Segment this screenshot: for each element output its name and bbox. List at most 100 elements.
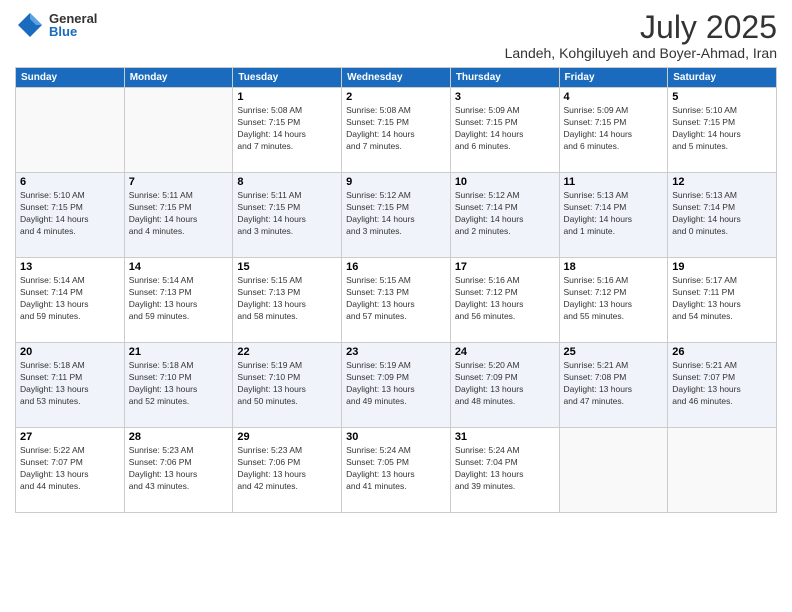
day-info: Sunrise: 5:16 AM Sunset: 7:12 PM Dayligh… (564, 275, 664, 323)
day-number: 27 (20, 431, 120, 443)
col-wednesday: Wednesday (342, 68, 451, 88)
day-number: 25 (564, 346, 664, 358)
calendar-cell: 1 Sunrise: 5:08 AM Sunset: 7:15 PM Daylig… (233, 88, 342, 173)
day-number: 22 (237, 346, 337, 358)
day-info: Sunrise: 5:24 AM Sunset: 7:05 PM Dayligh… (346, 445, 446, 493)
day-info: Sunrise: 5:10 AM Sunset: 7:15 PM Dayligh… (672, 105, 772, 153)
calendar-cell: 6 Sunrise: 5:10 AM Sunset: 7:15 PM Daylig… (16, 173, 125, 258)
day-info: Sunrise: 5:18 AM Sunset: 7:11 PM Dayligh… (20, 360, 120, 408)
logo-text: General Blue (49, 12, 97, 38)
calendar-row-0: 1 Sunrise: 5:08 AM Sunset: 7:15 PM Daylig… (16, 88, 777, 173)
calendar-cell: 9Sunrise: 5:12 AM Sunset: 7:15 PM Daylig… (342, 173, 451, 258)
calendar-cell: 13 Sunrise: 5:14 AM Sunset: 7:14 PM Dayli… (16, 258, 125, 343)
day-number: 30 (346, 431, 446, 443)
day-number: 23 (346, 346, 446, 358)
calendar-cell: 27 Sunrise: 5:22 AM Sunset: 7:07 PM Dayli… (16, 428, 125, 513)
calendar-cell: 31 Sunrise: 5:24 AM Sunset: 7:04 PM Dayli… (450, 428, 559, 513)
day-number: 11 (564, 176, 664, 188)
day-number: 29 (237, 431, 337, 443)
day-number: 6 (20, 176, 120, 188)
calendar-cell: 28Sunrise: 5:23 AM Sunset: 7:06 PM Dayli… (124, 428, 233, 513)
day-info: Sunrise: 5:11 AM Sunset: 7:15 PM Dayligh… (129, 190, 229, 238)
calendar-row-1: 6 Sunrise: 5:10 AM Sunset: 7:15 PM Daylig… (16, 173, 777, 258)
calendar-cell: 18 Sunrise: 5:16 AM Sunset: 7:12 PM Dayli… (559, 258, 668, 343)
day-info: Sunrise: 5:11 AM Sunset: 7:15 PM Dayligh… (237, 190, 337, 238)
day-number: 18 (564, 261, 664, 273)
calendar-cell: 12 Sunrise: 5:13 AM Sunset: 7:14 PM Dayli… (668, 173, 777, 258)
calendar-cell: 20 Sunrise: 5:18 AM Sunset: 7:11 PM Dayli… (16, 343, 125, 428)
calendar-cell (559, 428, 668, 513)
page: General Blue July 2025 Landeh, Kohgiluye… (0, 0, 792, 612)
day-info: Sunrise: 5:16 AM Sunset: 7:12 PM Dayligh… (455, 275, 555, 323)
day-number: 3 (455, 91, 555, 103)
day-number: 20 (20, 346, 120, 358)
col-friday: Friday (559, 68, 668, 88)
day-info: Sunrise: 5:08 AM Sunset: 7:15 PM Dayligh… (346, 105, 446, 153)
calendar-cell: 24Sunrise: 5:20 AM Sunset: 7:09 PM Dayli… (450, 343, 559, 428)
day-info: Sunrise: 5:19 AM Sunset: 7:10 PM Dayligh… (237, 360, 337, 408)
col-monday: Monday (124, 68, 233, 88)
calendar-cell: 10 Sunrise: 5:12 AM Sunset: 7:14 PM Dayli… (450, 173, 559, 258)
calendar-row-2: 13 Sunrise: 5:14 AM Sunset: 7:14 PM Dayli… (16, 258, 777, 343)
day-info: Sunrise: 5:13 AM Sunset: 7:14 PM Dayligh… (564, 190, 664, 238)
calendar-cell: 4 Sunrise: 5:09 AM Sunset: 7:15 PM Daylig… (559, 88, 668, 173)
day-info: Sunrise: 5:14 AM Sunset: 7:14 PM Dayligh… (20, 275, 120, 323)
calendar-cell: 11 Sunrise: 5:13 AM Sunset: 7:14 PM Dayli… (559, 173, 668, 258)
day-info: Sunrise: 5:19 AM Sunset: 7:09 PM Dayligh… (346, 360, 446, 408)
calendar-cell: 19Sunrise: 5:17 AM Sunset: 7:11 PM Dayli… (668, 258, 777, 343)
day-info: Sunrise: 5:15 AM Sunset: 7:13 PM Dayligh… (346, 275, 446, 323)
day-info: Sunrise: 5:09 AM Sunset: 7:15 PM Dayligh… (455, 105, 555, 153)
calendar-cell: 25 Sunrise: 5:21 AM Sunset: 7:08 PM Dayli… (559, 343, 668, 428)
day-info: Sunrise: 5:18 AM Sunset: 7:10 PM Dayligh… (129, 360, 229, 408)
main-title: July 2025 (505, 10, 777, 45)
day-number: 16 (346, 261, 446, 273)
calendar-cell: 14 Sunrise: 5:14 AM Sunset: 7:13 PM Dayli… (124, 258, 233, 343)
subtitle: Landeh, Kohgiluyeh and Boyer-Ahmad, Iran (505, 45, 777, 61)
day-info: Sunrise: 5:09 AM Sunset: 7:15 PM Dayligh… (564, 105, 664, 153)
calendar-cell: 7 Sunrise: 5:11 AM Sunset: 7:15 PM Daylig… (124, 173, 233, 258)
day-info: Sunrise: 5:24 AM Sunset: 7:04 PM Dayligh… (455, 445, 555, 493)
logo-icon (15, 10, 45, 40)
day-number: 7 (129, 176, 229, 188)
day-info: Sunrise: 5:21 AM Sunset: 7:08 PM Dayligh… (564, 360, 664, 408)
day-info: Sunrise: 5:14 AM Sunset: 7:13 PM Dayligh… (129, 275, 229, 323)
logo-blue-text: Blue (49, 25, 97, 38)
calendar-cell: 8 Sunrise: 5:11 AM Sunset: 7:15 PM Daylig… (233, 173, 342, 258)
day-number: 19 (672, 261, 772, 273)
calendar-cell: 15Sunrise: 5:15 AM Sunset: 7:13 PM Dayli… (233, 258, 342, 343)
day-info: Sunrise: 5:21 AM Sunset: 7:07 PM Dayligh… (672, 360, 772, 408)
calendar-cell (16, 88, 125, 173)
day-info: Sunrise: 5:10 AM Sunset: 7:15 PM Dayligh… (20, 190, 120, 238)
calendar-cell: 17Sunrise: 5:16 AM Sunset: 7:12 PM Dayli… (450, 258, 559, 343)
day-number: 4 (564, 91, 664, 103)
day-number: 10 (455, 176, 555, 188)
day-info: Sunrise: 5:08 AM Sunset: 7:15 PM Dayligh… (237, 105, 337, 153)
day-number: 12 (672, 176, 772, 188)
day-number: 9 (346, 176, 446, 188)
day-number: 26 (672, 346, 772, 358)
calendar-cell: 21Sunrise: 5:18 AM Sunset: 7:10 PM Dayli… (124, 343, 233, 428)
col-saturday: Saturday (668, 68, 777, 88)
day-number: 31 (455, 431, 555, 443)
header: General Blue July 2025 Landeh, Kohgiluye… (15, 10, 777, 61)
calendar-header-row: Sunday Monday Tuesday Wednesday Thursday… (16, 68, 777, 88)
calendar-cell (124, 88, 233, 173)
day-info: Sunrise: 5:23 AM Sunset: 7:06 PM Dayligh… (129, 445, 229, 493)
calendar-cell: 5Sunrise: 5:10 AM Sunset: 7:15 PM Daylig… (668, 88, 777, 173)
calendar-cell: 30 Sunrise: 5:24 AM Sunset: 7:05 PM Dayli… (342, 428, 451, 513)
day-info: Sunrise: 5:13 AM Sunset: 7:14 PM Dayligh… (672, 190, 772, 238)
day-number: 1 (237, 91, 337, 103)
calendar-row-3: 20 Sunrise: 5:18 AM Sunset: 7:11 PM Dayli… (16, 343, 777, 428)
calendar-cell: 29Sunrise: 5:23 AM Sunset: 7:06 PM Dayli… (233, 428, 342, 513)
logo: General Blue (15, 10, 97, 40)
calendar-table: Sunday Monday Tuesday Wednesday Thursday… (15, 67, 777, 513)
day-number: 14 (129, 261, 229, 273)
day-info: Sunrise: 5:12 AM Sunset: 7:14 PM Dayligh… (455, 190, 555, 238)
calendar-cell (668, 428, 777, 513)
calendar-cell: 3 Sunrise: 5:09 AM Sunset: 7:15 PM Daylig… (450, 88, 559, 173)
day-info: Sunrise: 5:22 AM Sunset: 7:07 PM Dayligh… (20, 445, 120, 493)
day-number: 8 (237, 176, 337, 188)
day-number: 13 (20, 261, 120, 273)
col-thursday: Thursday (450, 68, 559, 88)
col-sunday: Sunday (16, 68, 125, 88)
